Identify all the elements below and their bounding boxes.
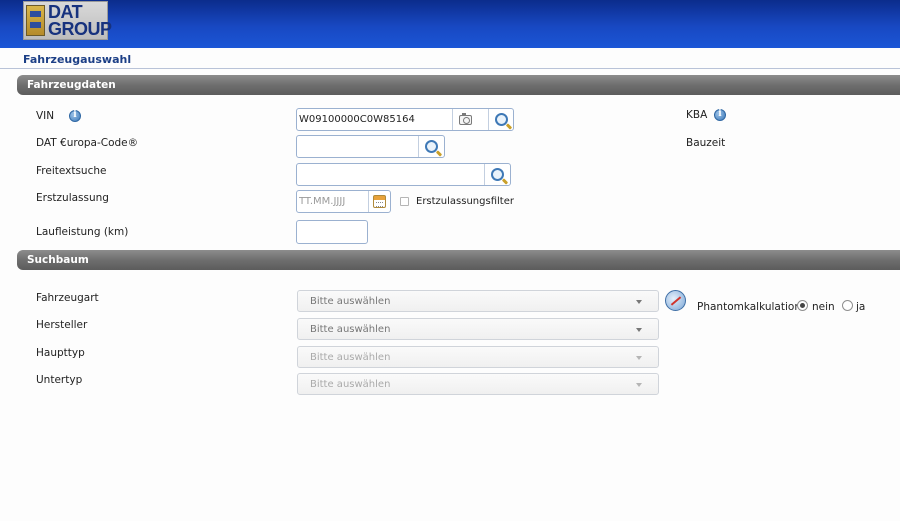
compass-icon[interactable] bbox=[665, 290, 686, 311]
erstzulassung-field-group bbox=[296, 190, 391, 213]
chevron-down-icon bbox=[636, 356, 642, 360]
europa-code-label: DAT €uropa-Code® bbox=[36, 137, 139, 149]
camera-icon bbox=[459, 112, 472, 125]
vin-label: VIN bbox=[36, 110, 55, 122]
fahrzeugart-label: Fahrzeugart bbox=[36, 292, 99, 304]
erstzulassungsfilter-checkbox[interactable] bbox=[400, 197, 409, 206]
kba-info-icon[interactable] bbox=[714, 109, 726, 121]
hersteller-select[interactable]: Bitte auswählen bbox=[297, 318, 659, 340]
section-header-fahrzeugdaten[interactable]: Fahrzeugdaten bbox=[17, 75, 900, 95]
freitextsuche-label: Freitextsuche bbox=[36, 165, 107, 177]
section-header-suchbaum[interactable]: Suchbaum bbox=[17, 250, 900, 270]
phantomkalkulation-label: Phantomkalkulation bbox=[697, 301, 801, 313]
erstzulassung-label: Erstzulassung bbox=[36, 192, 109, 204]
search-icon bbox=[491, 168, 504, 181]
laufleistung-field-group bbox=[296, 220, 368, 244]
dat-group-logo[interactable]: DAT GROUP bbox=[23, 1, 112, 40]
top-header-bar: DAT GROUP bbox=[0, 0, 900, 48]
phantom-radio-ja[interactable] bbox=[842, 300, 853, 311]
chevron-down-icon bbox=[636, 328, 642, 332]
laufleistung-label: Laufleistung (km) bbox=[36, 226, 129, 238]
phantom-option-ja-label: ja bbox=[856, 301, 866, 313]
kba-label: KBA bbox=[686, 109, 708, 121]
vin-camera-button[interactable] bbox=[452, 109, 478, 130]
haupttyp-select[interactable]: Bitte auswählen bbox=[297, 346, 659, 368]
europa-code-input[interactable] bbox=[299, 138, 415, 155]
title-divider bbox=[0, 68, 900, 69]
hersteller-select-value: Bitte auswählen bbox=[310, 324, 391, 335]
chevron-down-icon bbox=[636, 383, 642, 387]
fahrzeugart-select[interactable]: Bitte auswählen bbox=[297, 290, 659, 312]
hersteller-label: Hersteller bbox=[36, 319, 88, 331]
untertyp-label: Untertyp bbox=[36, 374, 83, 386]
logo-text-line2: GROUP bbox=[48, 19, 112, 39]
section-title-suchbaum: Suchbaum bbox=[27, 254, 89, 266]
europa-code-search-button[interactable] bbox=[418, 136, 444, 157]
phantom-radio-nein[interactable] bbox=[797, 300, 808, 311]
section-title-fahrzeugdaten: Fahrzeugdaten bbox=[27, 79, 116, 91]
vin-input[interactable] bbox=[299, 111, 449, 128]
chevron-down-icon bbox=[636, 300, 642, 304]
erstzulassung-input[interactable] bbox=[299, 193, 365, 210]
search-icon bbox=[425, 140, 438, 153]
erstzulassung-calendar-button[interactable] bbox=[368, 191, 390, 212]
untertyp-select-value: Bitte auswählen bbox=[310, 379, 391, 390]
freitextsuche-search-button[interactable] bbox=[484, 164, 510, 185]
vin-search-button[interactable] bbox=[488, 109, 514, 130]
phantom-option-nein-label: nein bbox=[812, 301, 835, 313]
freitextsuche-field-group bbox=[296, 163, 511, 186]
logo-emblem-icon bbox=[26, 5, 45, 36]
fahrzeugart-select-value: Bitte auswählen bbox=[310, 296, 391, 307]
haupttyp-select-value: Bitte auswählen bbox=[310, 352, 391, 363]
calendar-icon bbox=[373, 195, 386, 208]
freitextsuche-input[interactable] bbox=[299, 166, 482, 183]
search-icon bbox=[495, 113, 508, 126]
untertyp-select[interactable]: Bitte auswählen bbox=[297, 373, 659, 395]
vin-field-group bbox=[296, 108, 514, 131]
bauzeit-label: Bauzeit bbox=[686, 137, 726, 149]
page-title: Fahrzeugauswahl bbox=[23, 53, 132, 66]
vin-info-icon[interactable] bbox=[69, 110, 81, 122]
laufleistung-input[interactable] bbox=[299, 223, 363, 240]
erstzulassungsfilter-label: Erstzulassungsfilter bbox=[416, 196, 514, 207]
europa-code-field-group bbox=[296, 135, 445, 158]
haupttyp-label: Haupttyp bbox=[36, 347, 85, 359]
